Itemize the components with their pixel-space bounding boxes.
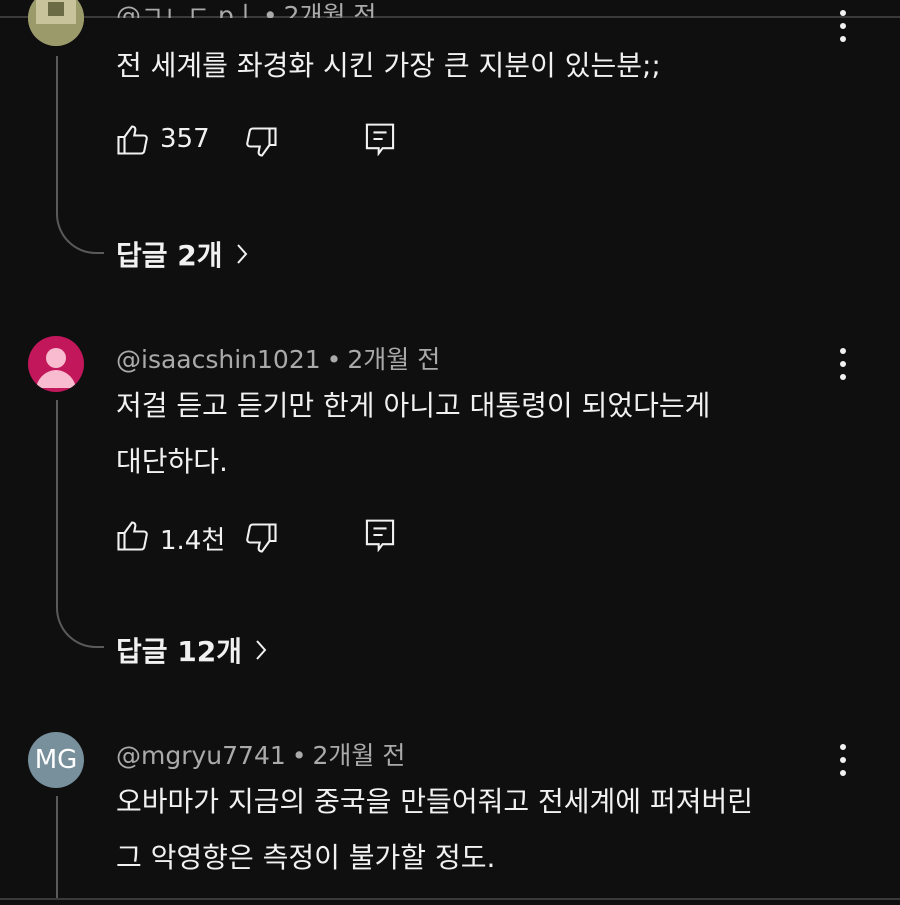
comment-time[interactable]: 2개월 전 (284, 1, 377, 18)
like-icon[interactable] (114, 122, 150, 158)
comment-text-line: 전 세계를 좌경화 시킨 가장 큰 지분이 있는분;; (116, 49, 661, 82)
bottom-divider (0, 898, 900, 900)
reply-icon[interactable] (364, 122, 396, 156)
dislike-icon[interactable] (244, 124, 280, 160)
thread-curve (56, 212, 104, 254)
replies-label: 답글 2개 (116, 239, 223, 272)
comment-text: 전 세계를 좌경화 시킨 가장 큰 지분이 있는분;; (116, 38, 661, 94)
comment-text-line: 저걸 듣고 듣기만 한게 아니고 대통령이 되었다는게 (116, 389, 711, 422)
more-options-icon[interactable] (838, 348, 848, 384)
like-icon[interactable] (114, 518, 150, 554)
thread-line (56, 400, 58, 608)
comment-author[interactable]: @isaacshin1021 (116, 345, 321, 374)
comment-time[interactable]: 2개월 전 (313, 741, 406, 770)
thread-line (56, 56, 58, 214)
like-count: 1.4천 (160, 526, 226, 556)
thread-curve (56, 606, 104, 648)
comment-author[interactable]: @mgryu7741 (116, 741, 286, 770)
view-replies-button[interactable]: 답글 12개 (116, 630, 268, 670)
avatar[interactable] (28, 0, 84, 46)
avatar[interactable]: MG (28, 732, 84, 788)
comment-text: 오바마가 지금의 중국을 만들어줘고 전세계에 퍼져버린 그 악영향은 측정이 … (116, 774, 753, 886)
avatar[interactable] (28, 336, 84, 392)
comment-author[interactable]: @ㄱㄴㄷ pㅣ (116, 1, 257, 18)
comment-text-line: 오바마가 지금의 중국을 만들어줘고 전세계에 퍼져버린 (116, 785, 753, 818)
comment-time[interactable]: 2개월 전 (347, 345, 440, 374)
comment-text: 저걸 듣고 듣기만 한게 아니고 대통령이 되었다는게 대단하다. (116, 378, 710, 490)
chevron-right-icon (236, 244, 247, 264)
comment-text-line: 대단하다. (116, 445, 228, 478)
replies-label: 답글 12개 (116, 635, 242, 668)
view-replies-button[interactable]: 답글 2개 (116, 234, 249, 274)
more-options-icon[interactable] (838, 10, 848, 46)
comment-meta: @isaacshin1021 • 2개월 전 (116, 340, 440, 376)
more-options-icon[interactable] (838, 744, 848, 780)
meta-separator: • (262, 1, 278, 18)
thread-line (56, 796, 58, 900)
comment-text-line: 그 악영향은 측정이 불가할 정도. (116, 841, 496, 874)
meta-separator: • (291, 741, 307, 770)
meta-separator: • (326, 345, 342, 374)
comment-meta: @mgryu7741 • 2개월 전 (116, 736, 405, 772)
comment-meta: @ㄱㄴㄷ pㅣ • 2개월 전 (116, 0, 376, 18)
dislike-icon[interactable] (244, 520, 280, 556)
chevron-right-icon (256, 640, 267, 660)
avatar-initials: MG (34, 745, 78, 775)
reply-icon[interactable] (364, 518, 396, 552)
like-count: 357 (160, 124, 210, 154)
